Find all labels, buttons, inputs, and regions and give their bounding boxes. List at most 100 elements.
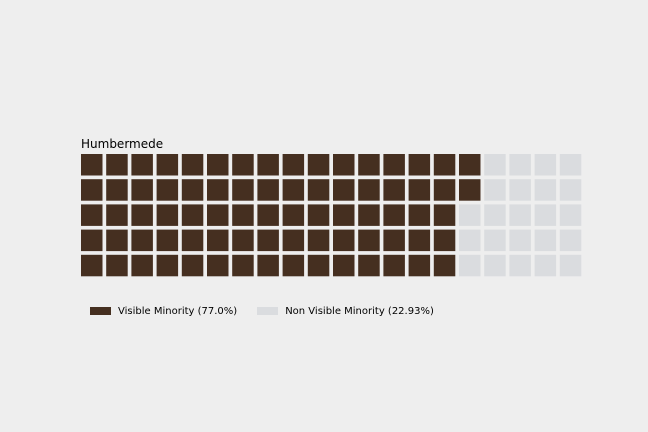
waffle-cell-visible-minority [131,154,153,176]
waffle-cell-visible-minority [383,254,405,277]
waffle-cell-visible-minority [156,154,179,176]
waffle-cell-visible-minority [207,204,229,226]
waffle-cell-visible-minority [433,179,456,201]
waffle-cell-visible-minority [383,179,405,201]
waffle-cell-visible-minority [333,204,355,226]
waffle-cell-visible-minority [207,229,229,252]
waffle-cell-visible-minority [81,254,103,277]
waffle-cell-visible-minority [408,179,431,201]
waffle-cell-non-visible-minority [484,154,506,176]
waffle-cell-visible-minority [181,204,204,226]
waffle-cell-visible-minority [383,204,405,226]
waffle-cell-visible-minority [333,229,355,252]
waffle-cell-non-visible-minority [559,254,582,277]
legend-swatch-visible-minority [90,307,111,315]
waffle-cell-visible-minority [106,254,128,277]
waffle-cell-visible-minority [408,154,431,176]
waffle-cell-visible-minority [307,254,330,277]
waffle-cell-visible-minority [81,204,103,226]
waffle-cell-visible-minority [433,204,456,226]
waffle-cell-non-visible-minority [559,179,582,201]
waffle-cell-visible-minority [282,179,305,201]
waffle-cell-visible-minority [282,204,305,226]
waffle-cell-visible-minority [131,204,153,226]
waffle-cell-visible-minority [207,154,229,176]
waffle-cell-non-visible-minority [559,229,582,252]
waffle-cell-non-visible-minority [484,229,506,252]
waffle-cell-visible-minority [408,229,431,252]
waffle-cell-visible-minority [433,154,456,176]
waffle-cell-non-visible-minority [534,204,557,226]
legend-item-non-visible-minority: Non Visible Minority (22.93%) [257,306,434,317]
waffle-cell-non-visible-minority [534,229,557,252]
waffle-cell-non-visible-minority [559,204,582,226]
waffle-cell-non-visible-minority [509,204,531,226]
waffle-cell-visible-minority [433,254,456,277]
waffle-cell-visible-minority [232,154,254,176]
waffle-cell-visible-minority [433,229,456,252]
waffle-cell-visible-minority [383,229,405,252]
waffle-cell-visible-minority [181,229,204,252]
waffle-cell-visible-minority [232,254,254,277]
waffle-cell-visible-minority [282,154,305,176]
waffle-cell-visible-minority [232,204,254,226]
waffle-cell-non-visible-minority [484,254,506,277]
waffle-cell-visible-minority [156,254,179,277]
waffle-cell-visible-minority [156,204,179,226]
waffle-cell-visible-minority [257,254,279,277]
waffle-cell-visible-minority [106,154,128,176]
waffle-cell-visible-minority [333,179,355,201]
waffle-cell-visible-minority [207,254,229,277]
waffle-cell-visible-minority [459,179,481,201]
waffle-cell-visible-minority [307,179,330,201]
waffle-cell-non-visible-minority [484,204,506,226]
waffle-cell-non-visible-minority [559,154,582,176]
waffle-cell-visible-minority [106,204,128,226]
waffle-cell-visible-minority [307,229,330,252]
chart-canvas: Humbermede Visible Minority (77.0%) Non … [0,0,648,432]
waffle-cell-visible-minority [282,254,305,277]
waffle-cell-non-visible-minority [509,229,531,252]
waffle-cell-visible-minority [358,204,380,226]
legend-label-visible-minority: Visible Minority (77.0%) [118,305,238,317]
waffle-cell-visible-minority [307,154,330,176]
waffle-grid [81,154,582,277]
legend-swatch-non-visible-minority [257,307,279,315]
waffle-cell-visible-minority [257,229,279,252]
waffle-cell-visible-minority [106,179,128,201]
waffle-cell-non-visible-minority [459,254,481,277]
waffle-cell-non-visible-minority [459,204,481,226]
waffle-cell-non-visible-minority [509,154,531,176]
waffle-cell-visible-minority [131,179,153,201]
waffle-cell-visible-minority [81,179,103,201]
waffle-cell-visible-minority [257,204,279,226]
waffle-cell-visible-minority [282,229,305,252]
waffle-cell-visible-minority [358,179,380,201]
waffle-cell-visible-minority [358,229,380,252]
waffle-cell-non-visible-minority [534,154,557,176]
legend: Visible Minority (77.0%) Non Visible Min… [90,303,454,319]
waffle-cell-visible-minority [408,204,431,226]
waffle-cell-visible-minority [358,154,380,176]
waffle-cell-visible-minority [358,254,380,277]
waffle-cell-visible-minority [81,229,103,252]
waffle-cell-non-visible-minority [484,179,506,201]
waffle-cell-visible-minority [81,154,103,176]
waffle-cell-non-visible-minority [459,229,481,252]
waffle-cell-visible-minority [232,229,254,252]
waffle-cell-visible-minority [459,154,481,176]
waffle-cell-visible-minority [131,229,153,252]
legend-item-visible-minority: Visible Minority (77.0%) [90,306,237,317]
waffle-cell-visible-minority [257,154,279,176]
waffle-cell-visible-minority [333,254,355,277]
waffle-cell-visible-minority [131,254,153,277]
waffle-cell-visible-minority [181,179,204,201]
waffle-cell-non-visible-minority [534,179,557,201]
waffle-cell-visible-minority [207,179,229,201]
waffle-cell-visible-minority [156,229,179,252]
waffle-cell-non-visible-minority [509,179,531,201]
waffle-cell-non-visible-minority [509,254,531,277]
waffle-cell-visible-minority [257,179,279,201]
waffle-cell-visible-minority [333,154,355,176]
waffle-cell-visible-minority [232,179,254,201]
